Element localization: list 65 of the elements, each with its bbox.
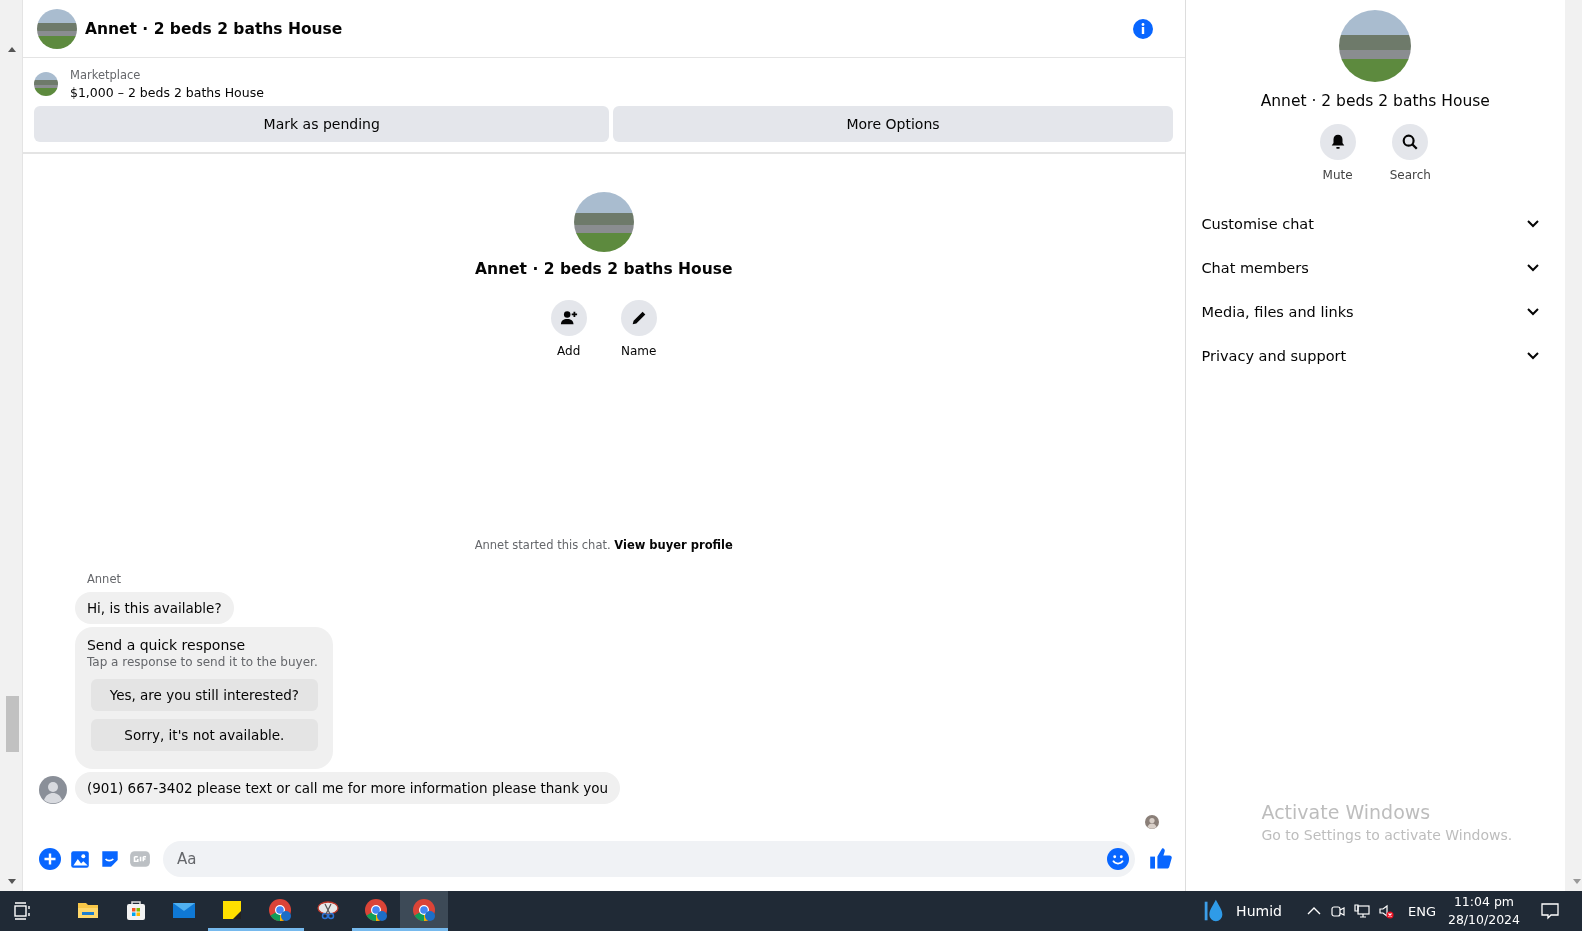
chat-started-notice: Annet started this chat. <box>474 538 611 552</box>
language-indicator[interactable]: ENG <box>1407 903 1436 919</box>
camera-icon[interactable] <box>1329 903 1346 919</box>
clock-date[interactable]: 28/10/2024 <box>1447 911 1520 929</box>
activation-text: Go to Settings to activate Windows. <box>1261 827 1514 843</box>
action-label: Mute <box>1322 168 1353 182</box>
search-icon <box>1401 133 1420 151</box>
action-label: Search <box>1389 168 1431 182</box>
quick-response-title: Send a quick response <box>86 637 247 653</box>
network-icon[interactable] <box>1353 903 1370 919</box>
action-label: Name <box>621 344 657 358</box>
message-bubble: (901) 667-3402 please text or call me for more information please thank you <box>74 772 621 804</box>
chevron-icon <box>1527 264 1539 272</box>
emoji-icon[interactable] <box>1106 848 1129 870</box>
chat-name: Annet · 2 beds 2 baths House <box>475 260 733 278</box>
plus-icon[interactable] <box>38 848 61 870</box>
activation-title: Activate Windows <box>1261 801 1432 823</box>
panel-section[interactable]: Customise chat <box>1201 202 1539 246</box>
browser-icon <box>412 897 436 922</box>
photo-placeholder <box>33 72 58 96</box>
image-icon[interactable] <box>68 848 91 870</box>
scroll-down-icon[interactable] <box>8 879 16 884</box>
edit-name-button[interactable] <box>620 300 657 336</box>
info-icon[interactable] <box>1132 18 1153 39</box>
listing-action-button[interactable]: Mark as pending <box>33 106 610 142</box>
avatar-icon <box>38 776 67 804</box>
listing-action-button[interactable]: More Options <box>613 106 1173 142</box>
quick-reply-button[interactable]: Sorry, it's not available. <box>90 719 318 751</box>
add-person-icon <box>559 309 578 327</box>
scrollbar[interactable] <box>1565 0 1582 891</box>
panel-section[interactable]: Chat members <box>1201 246 1539 290</box>
humidity-icon[interactable] <box>1204 898 1225 924</box>
chat-title: Annet · 2 beds 2 baths House <box>84 19 344 38</box>
chevron-icon <box>1527 220 1539 228</box>
seen-avatar-icon <box>1144 815 1159 829</box>
search-button[interactable] <box>1392 124 1429 160</box>
notifications-icon[interactable] <box>1540 901 1560 921</box>
add-person-button[interactable] <box>550 300 587 336</box>
message-bubble: Hi, is this available? <box>74 592 234 624</box>
scrollbar[interactable] <box>0 0 23 891</box>
panel-section[interactable]: Media, files and links <box>1201 290 1539 334</box>
scrollbar-thumb[interactable] <box>6 696 19 752</box>
listing-title: $1,000 – 2 beds 2 baths House <box>69 85 264 100</box>
thumbs-up-icon[interactable] <box>1148 847 1173 871</box>
chevron-icon <box>1527 308 1539 316</box>
view-profile-link[interactable]: View buyer profile <box>614 538 733 552</box>
quick-response-hint: Tap a response to send it to the buyer. <box>86 655 318 669</box>
browser-icon <box>268 897 292 922</box>
panel-section[interactable]: Privacy and support <box>1201 334 1539 378</box>
speaker-muted-icon[interactable] <box>1377 903 1394 919</box>
chevron-icon <box>1527 352 1539 360</box>
panel-title: Annet · 2 beds 2 baths House <box>1260 92 1490 110</box>
clock-time[interactable]: 11:04 pm <box>1453 893 1515 911</box>
task-view-icon[interactable] <box>12 901 32 921</box>
scroll-up-icon[interactable] <box>8 47 16 52</box>
weather-label[interactable]: Humid <box>1236 903 1282 919</box>
quick-reply-button[interactable]: Yes, are you still interested? <box>90 679 318 711</box>
bell-button[interactable] <box>1319 124 1356 160</box>
message-input-field[interactable]: Aa <box>174 849 1107 869</box>
photo-placeholder <box>36 8 77 49</box>
sender-name: Annet <box>86 572 122 586</box>
listing-source: Marketplace <box>69 68 142 82</box>
message-composer-field[interactable]: Aa <box>162 841 1135 877</box>
action-label: Add <box>557 344 581 358</box>
browser-icon <box>364 897 388 922</box>
